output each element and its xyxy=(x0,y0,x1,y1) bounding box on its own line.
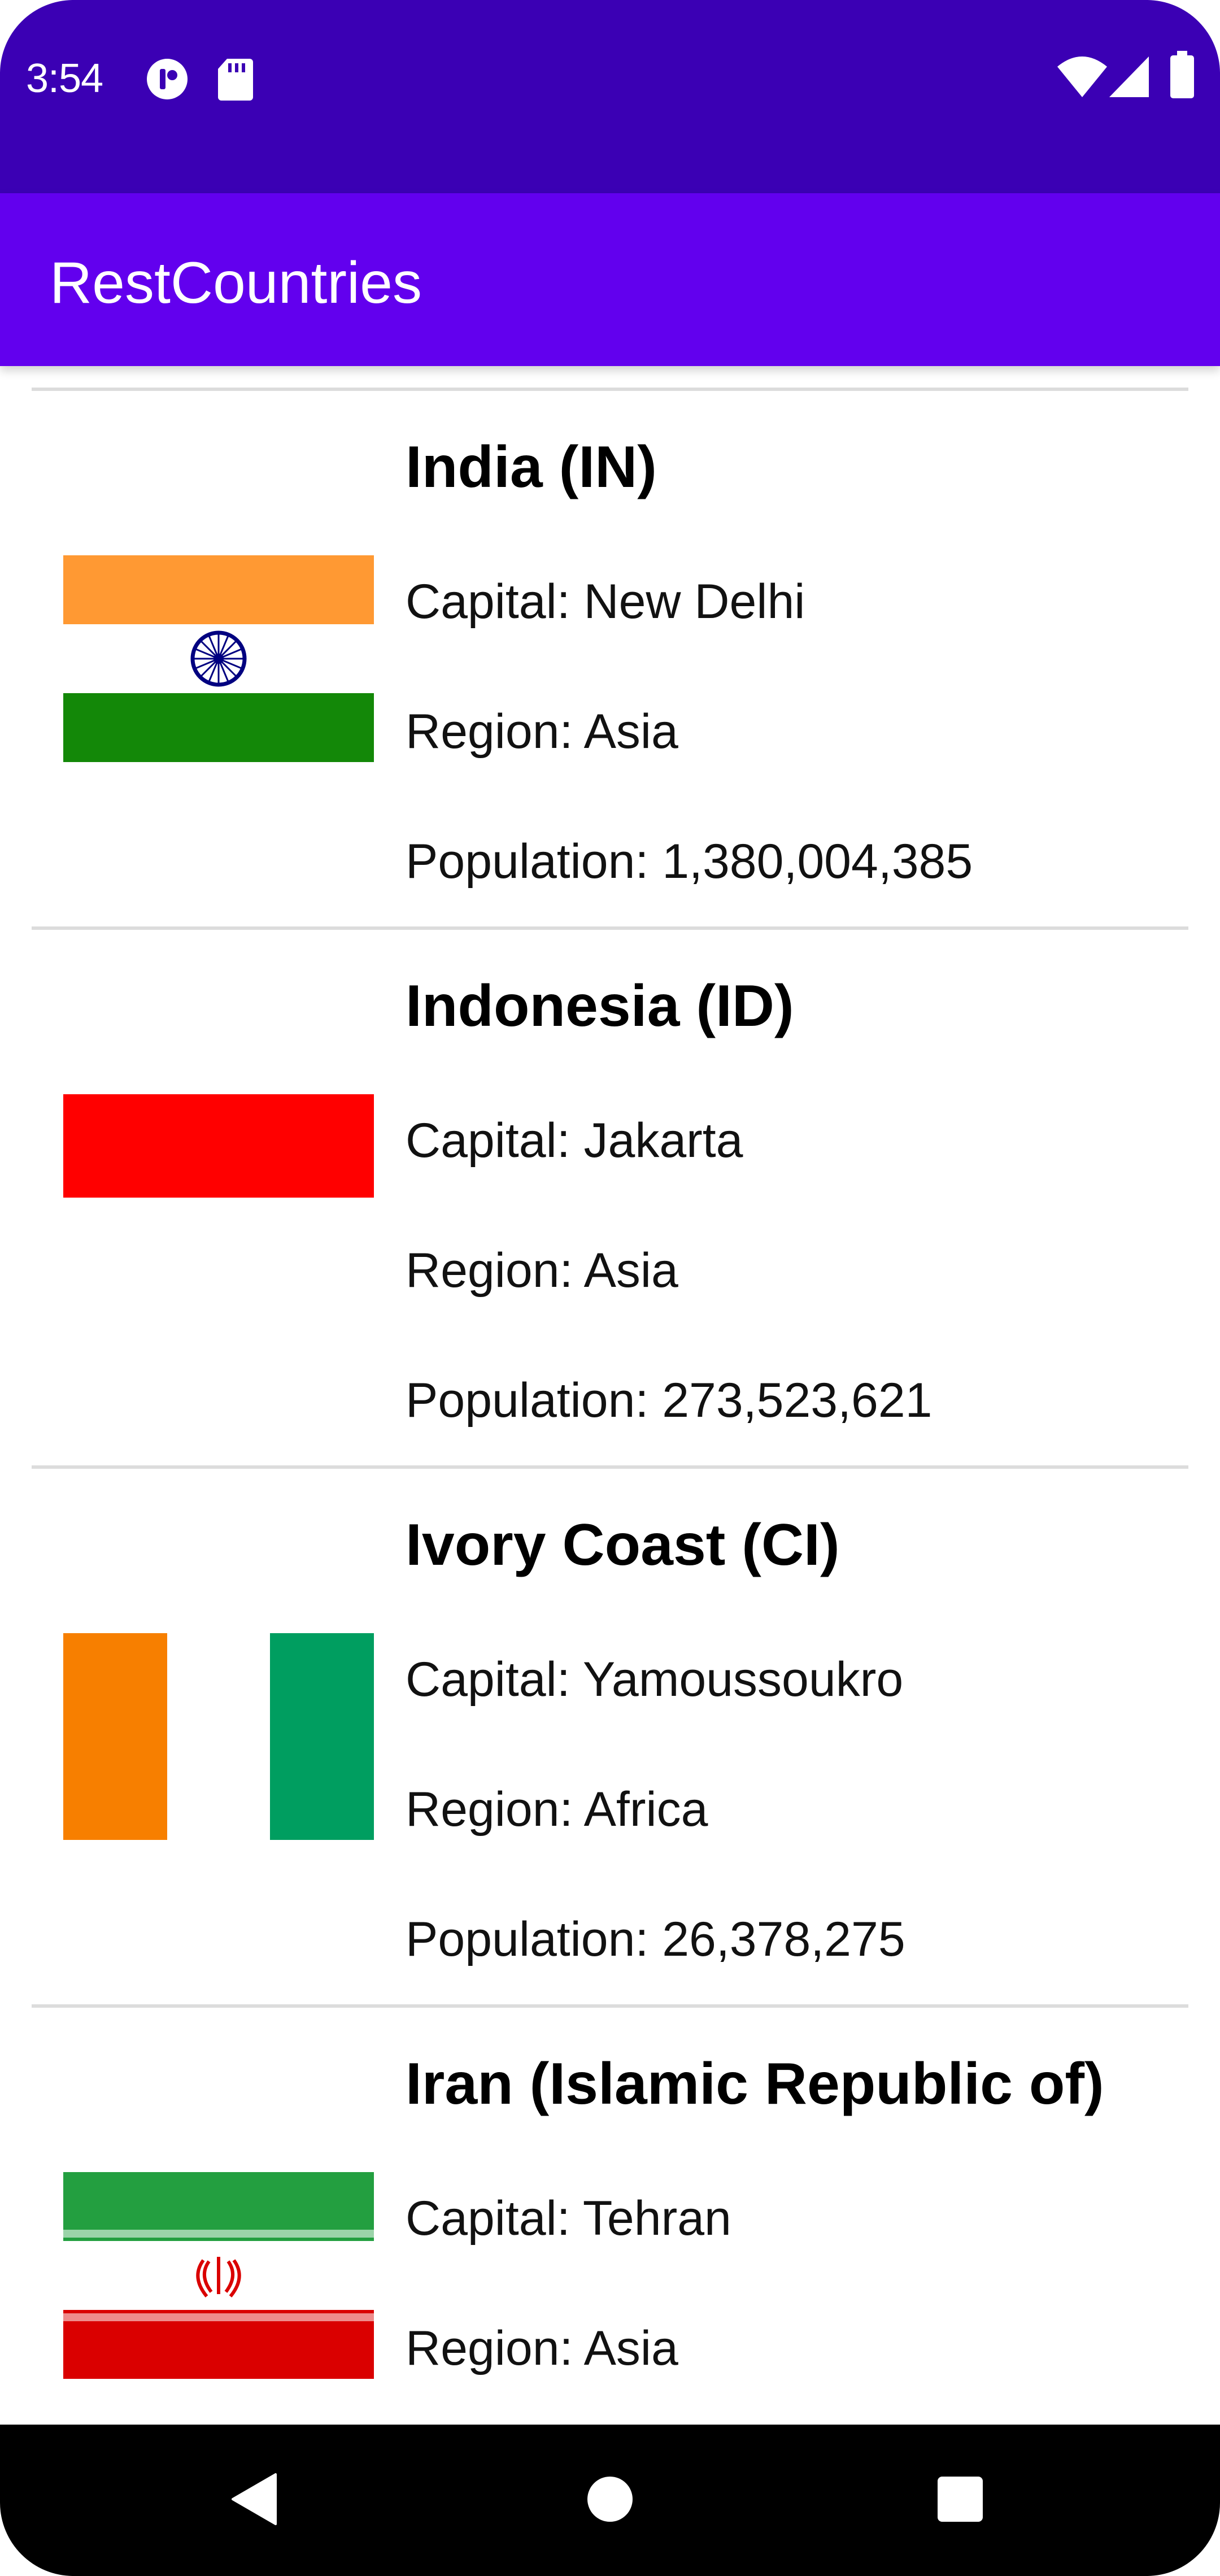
country-population: Population: 1,380,004,385 xyxy=(406,834,973,889)
app-screen: 3:54 RestCountries India (IN) Capital: N… xyxy=(0,0,1220,2576)
app-bar: RestCountries xyxy=(0,193,1220,366)
indonesia-flag-icon xyxy=(63,1094,374,1301)
country-capital: Capital: Jakarta xyxy=(406,1113,743,1168)
home-button[interactable] xyxy=(525,2425,695,2576)
country-name: India (IN) xyxy=(406,434,657,500)
home-icon xyxy=(586,2475,634,2526)
country-population: Population: 26,378,275 xyxy=(406,1912,905,1966)
country-list-item[interactable]: Ivory Coast (CI) Capital: Yamoussoukro R… xyxy=(0,1465,1220,2004)
back-button[interactable] xyxy=(169,2425,339,2576)
app-notification-icon xyxy=(145,56,190,105)
status-time: 3:54 xyxy=(26,56,103,101)
country-region: Region: Asia xyxy=(406,1243,678,1298)
country-capital: Capital: New Delhi xyxy=(406,575,805,629)
country-name: Ivory Coast (CI) xyxy=(406,1512,840,1578)
battery-icon xyxy=(1169,51,1195,102)
country-population: Population: 273,523,621 xyxy=(406,1373,933,1428)
country-capital: Capital: Yamoussoukro xyxy=(406,1652,904,1707)
back-icon xyxy=(230,2472,278,2529)
country-region: Region: Asia xyxy=(406,704,678,759)
list-divider xyxy=(32,1465,1188,1469)
list-divider xyxy=(32,2004,1188,2008)
country-capital: Capital: Tehran xyxy=(406,2191,731,2246)
status-bar: 3:54 xyxy=(0,0,1220,193)
list-divider xyxy=(32,926,1188,930)
country-name: Iran (Islamic Republic of) xyxy=(406,2051,1104,2117)
country-list[interactable]: India (IN) Capital: New Delhi Region: As… xyxy=(0,366,1220,2425)
sd-card-icon xyxy=(217,56,254,105)
recents-icon xyxy=(936,2475,984,2526)
country-list-item[interactable]: India (IN) Capital: New Delhi Region: As… xyxy=(0,388,1220,926)
ivory-coast-flag-icon xyxy=(63,1633,374,1840)
cell-signal-icon xyxy=(1108,55,1150,101)
country-list-item[interactable]: Indonesia (ID) Capital: Jakarta Region: … xyxy=(0,926,1220,1465)
app-title: RestCountries xyxy=(50,250,422,316)
recents-button[interactable] xyxy=(875,2425,1045,2576)
india-flag-icon xyxy=(63,555,374,762)
country-name: Indonesia (ID) xyxy=(406,973,794,1039)
country-region: Region: Asia xyxy=(406,2321,678,2375)
list-divider xyxy=(32,388,1188,391)
country-list-item[interactable]: Iran (Islamic Republic of) Capital: Tehr… xyxy=(0,2004,1220,2425)
iran-flag-icon xyxy=(63,2172,374,2379)
country-region: Region: Africa xyxy=(406,1782,708,1837)
wifi-icon xyxy=(1055,54,1109,102)
system-nav-bar xyxy=(0,2425,1220,2576)
